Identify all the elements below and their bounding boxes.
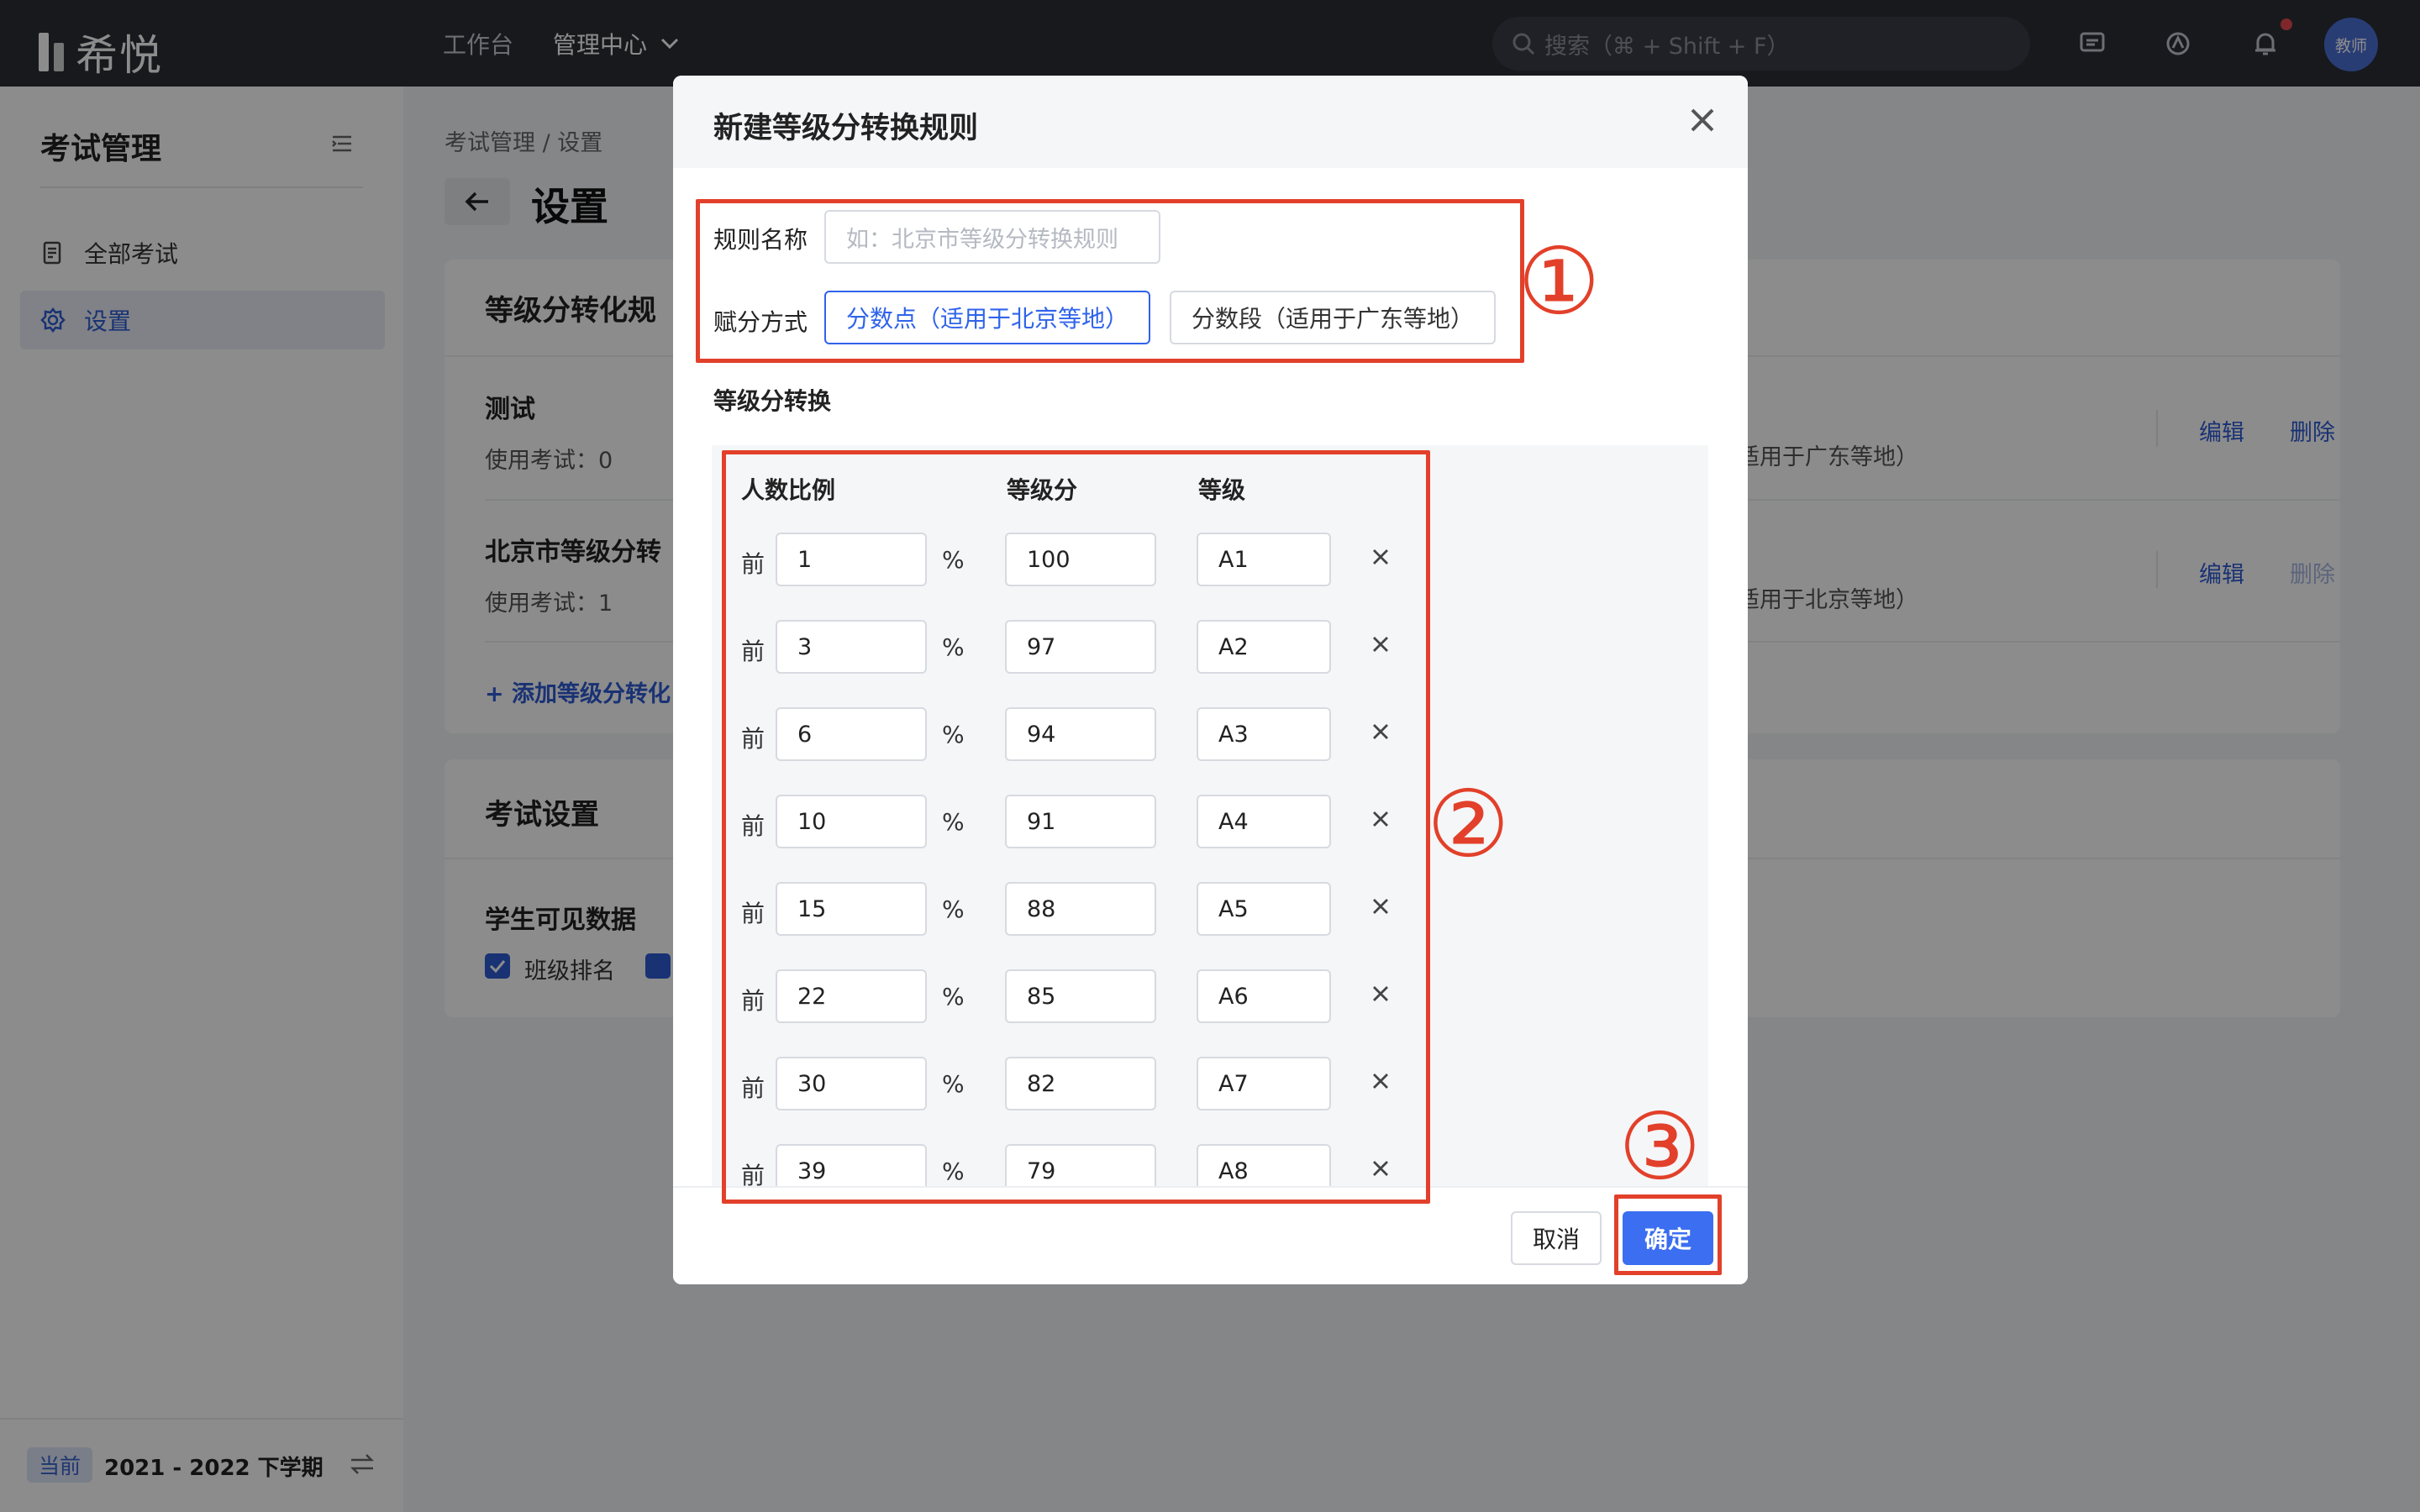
annotation-box-2 xyxy=(722,450,1430,1204)
annotation-box-1 xyxy=(696,199,1524,363)
dialog-title: 新建等级分转换规则 xyxy=(713,112,979,145)
annotation-number-1: ① xyxy=(1518,228,1601,335)
annotation-number-2: ② xyxy=(1427,770,1510,878)
grade-conversion-label: 等级分转换 xyxy=(713,387,832,415)
annotation-box-3 xyxy=(1614,1194,1722,1275)
annotation-number-3: ③ xyxy=(1618,1093,1702,1200)
cancel-button[interactable]: 取消 xyxy=(1511,1211,1602,1265)
close-icon[interactable] xyxy=(1681,99,1723,141)
